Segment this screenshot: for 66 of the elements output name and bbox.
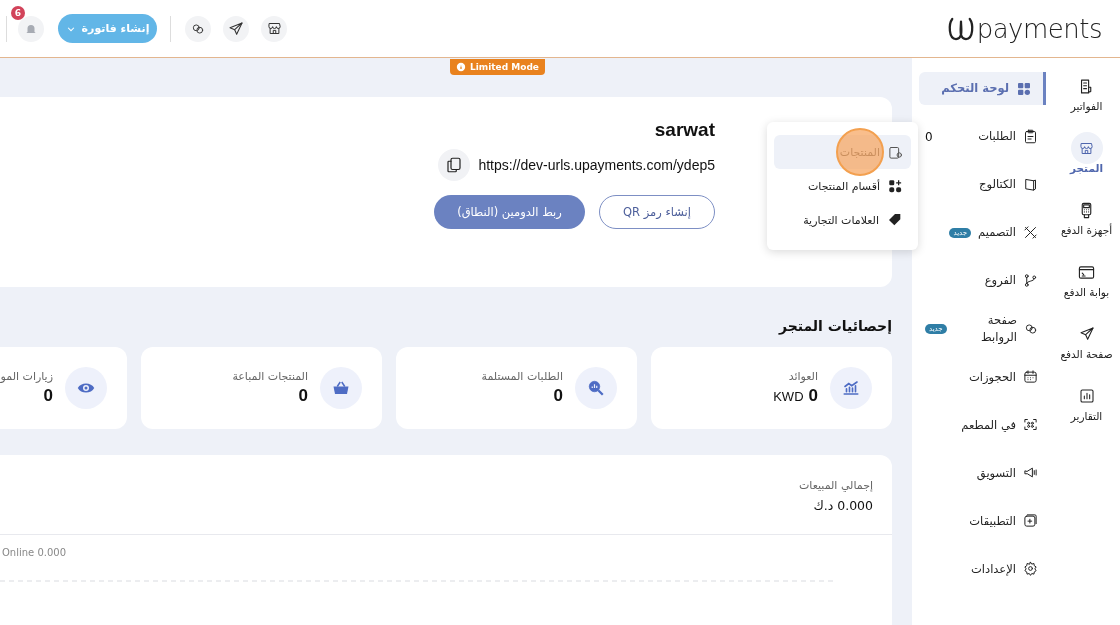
stat-label: العوائد (787, 370, 818, 383)
send-icon (1078, 326, 1095, 342)
megaphone-icon (1023, 465, 1038, 481)
nav-item[interactable]: في المطعم (919, 408, 1046, 442)
link-icon (1024, 321, 1038, 336)
sales-total: 0.000 د.ك (812, 498, 873, 513)
shapes-plus-icon (888, 178, 903, 194)
chart-legend-label: Online 0.000 (2, 547, 67, 558)
info-icon (456, 62, 466, 72)
stat-label: زيارات المو (0, 370, 53, 383)
stat-unit: KWD (773, 389, 804, 404)
copy-icon (445, 156, 464, 174)
link-icon (191, 21, 205, 36)
nav-item[interactable]: الكتالوج (919, 168, 1046, 201)
stat-label: المنتجات المباعة (232, 370, 308, 383)
create-qr-button[interactable]: إنشاء رمز QR (599, 195, 715, 229)
send-icon (228, 20, 244, 37)
tag-icon (887, 212, 903, 228)
dashboard-icon (1016, 80, 1032, 97)
copy-button[interactable] (438, 149, 471, 181)
book-icon (1023, 177, 1038, 192)
logo-text: payments (976, 13, 1102, 44)
stat-value: 0 (298, 386, 308, 406)
clipboard-icon (1023, 129, 1038, 144)
send-button[interactable] (223, 15, 249, 42)
nav-item[interactable]: الإعدادات (919, 552, 1046, 586)
stat-label: الطلبات المستلمة (481, 370, 563, 383)
settings-icon (1023, 561, 1038, 577)
stat-value: 0 (43, 386, 53, 406)
store-button[interactable] (261, 15, 287, 42)
basket-icon (332, 379, 350, 397)
section-title: إحصائيات المتجر (777, 318, 892, 337)
terminal-icon (1078, 263, 1095, 281)
app-plus-icon (1023, 513, 1038, 529)
chart-icon (842, 379, 860, 397)
stat-value: 0 (553, 386, 563, 406)
store-url: https://dev-urls.upayments.com/ydep5 (478, 157, 715, 173)
link-button[interactable] (185, 15, 211, 42)
nav-count: 0 (925, 129, 933, 144)
rail-item[interactable]: الفواتير (1070, 70, 1103, 132)
branch-icon (1023, 273, 1038, 288)
notifications-button[interactable] (18, 15, 44, 42)
nav-item[interactable]: الحجوزات (919, 360, 1046, 394)
search-chart-icon (587, 379, 605, 397)
rail-item[interactable]: بوابة الدفع (1063, 256, 1110, 318)
rail-item[interactable]: التقارير (1070, 380, 1103, 442)
notification-badge: 6 (11, 5, 25, 20)
sales-title: إجمالي المبيعات (798, 479, 873, 492)
rail-item[interactable]: صفحة الدفع (1060, 318, 1113, 380)
nav-item[interactable]: التسويق (919, 456, 1046, 490)
menu-item[interactable]: أقسام المنتجات (774, 169, 911, 203)
store-name: sarwat (653, 119, 715, 141)
connect-domain-button[interactable]: ربط الدومين (النطاق) (434, 195, 585, 229)
calendar-icon (1023, 369, 1038, 385)
nav-item[interactable]: التطبيقات (919, 504, 1046, 538)
scan-icon (1023, 417, 1038, 433)
tools-icon (1023, 225, 1038, 240)
stat-value: 0 (808, 386, 818, 406)
rail-item[interactable]: أجهزة الدفع (1060, 194, 1113, 256)
limited-mode-badge: Limited Mode (450, 59, 545, 75)
menu-item[interactable]: العلامات التجارية (774, 203, 911, 237)
store-icon (266, 21, 282, 36)
nav-item[interactable]: لوحة التحكم (919, 72, 1046, 105)
store-icon (1079, 140, 1094, 156)
nav-item[interactable]: الفروع (919, 264, 1046, 297)
chart-icon (1078, 388, 1095, 404)
